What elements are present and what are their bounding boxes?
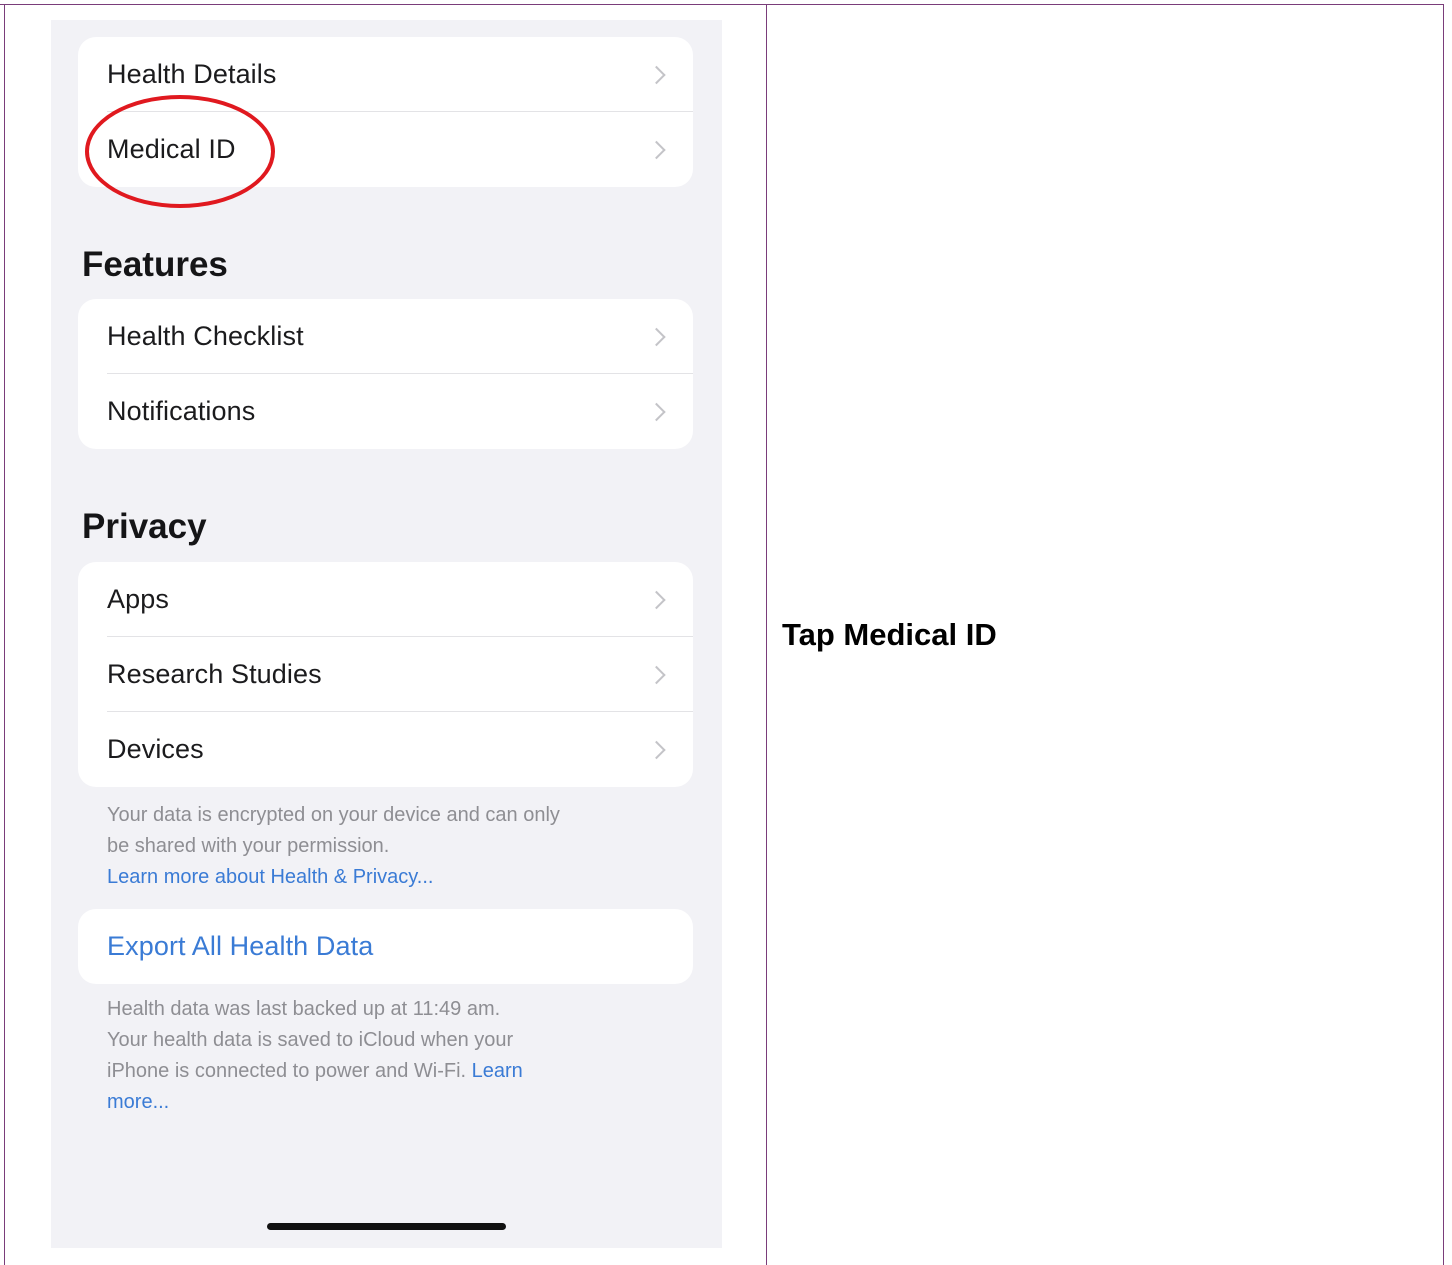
devices-label: Devices — [107, 734, 204, 764]
privacy-note-line-1: Your data is encrypted on your device an… — [107, 804, 560, 826]
chevron-right-icon — [647, 65, 666, 84]
backup-note-line-3: iPhone is connected to power and Wi-Fi. … — [107, 1056, 667, 1087]
notifications-label: Notifications — [107, 396, 256, 426]
backup-footnote: Health data was last backed up at 11:49 … — [107, 994, 667, 1118]
instruction-text: Tap Medical ID — [782, 617, 997, 652]
privacy-note-line-2: be shared with your permission. — [107, 835, 390, 857]
backup-note-line-1: Health data was last backed up at 11:49 … — [107, 998, 501, 1020]
export-group: Export All Health Data — [78, 909, 693, 984]
export-all-health-data-label: Export All Health Data — [107, 931, 374, 961]
chevron-right-icon — [647, 590, 666, 609]
chevron-right-icon — [647, 740, 666, 759]
medical-id-highlight-circle — [85, 95, 275, 208]
chevron-right-icon — [647, 140, 666, 159]
health-settings-screenshot: Health Details Medical ID Features Healt… — [51, 20, 722, 1248]
backup-note-line-2: Your health data is saved to iCloud when… — [107, 1029, 514, 1051]
privacy-learn-more-link[interactable]: Learn more about Health & Privacy... — [107, 862, 667, 893]
apps-row[interactable]: Apps — [78, 562, 693, 637]
table-column-divider — [766, 4, 767, 1265]
research-studies-label: Research Studies — [107, 659, 322, 689]
health-checklist-row[interactable]: Health Checklist — [78, 299, 693, 374]
chevron-right-icon — [647, 327, 666, 346]
privacy-group: Apps Research Studies Devices — [78, 562, 693, 787]
research-studies-row[interactable]: Research Studies — [78, 637, 693, 712]
chevron-right-icon — [647, 402, 666, 421]
backup-more-link[interactable]: more... — [107, 1087, 667, 1118]
export-all-health-data-button[interactable]: Export All Health Data — [78, 909, 693, 984]
backup-learn-link[interactable]: Learn — [472, 1060, 523, 1082]
privacy-footnote: Your data is encrypted on your device an… — [107, 800, 667, 893]
health-checklist-label: Health Checklist — [107, 321, 304, 351]
privacy-heading: Privacy — [82, 507, 207, 546]
table-border-left — [4, 4, 5, 1265]
table-border-top — [0, 4, 1444, 5]
notifications-row[interactable]: Notifications — [78, 374, 693, 449]
apps-label: Apps — [107, 584, 169, 614]
features-heading: Features — [82, 245, 228, 284]
backup-note-line-3-text: iPhone is connected to power and Wi-Fi. — [107, 1060, 467, 1082]
chevron-right-icon — [647, 665, 666, 684]
home-indicator[interactable] — [267, 1223, 506, 1230]
health-details-label: Health Details — [107, 59, 277, 89]
features-group: Health Checklist Notifications — [78, 299, 693, 449]
table-border-right — [1443, 4, 1444, 1265]
devices-row[interactable]: Devices — [78, 712, 693, 787]
